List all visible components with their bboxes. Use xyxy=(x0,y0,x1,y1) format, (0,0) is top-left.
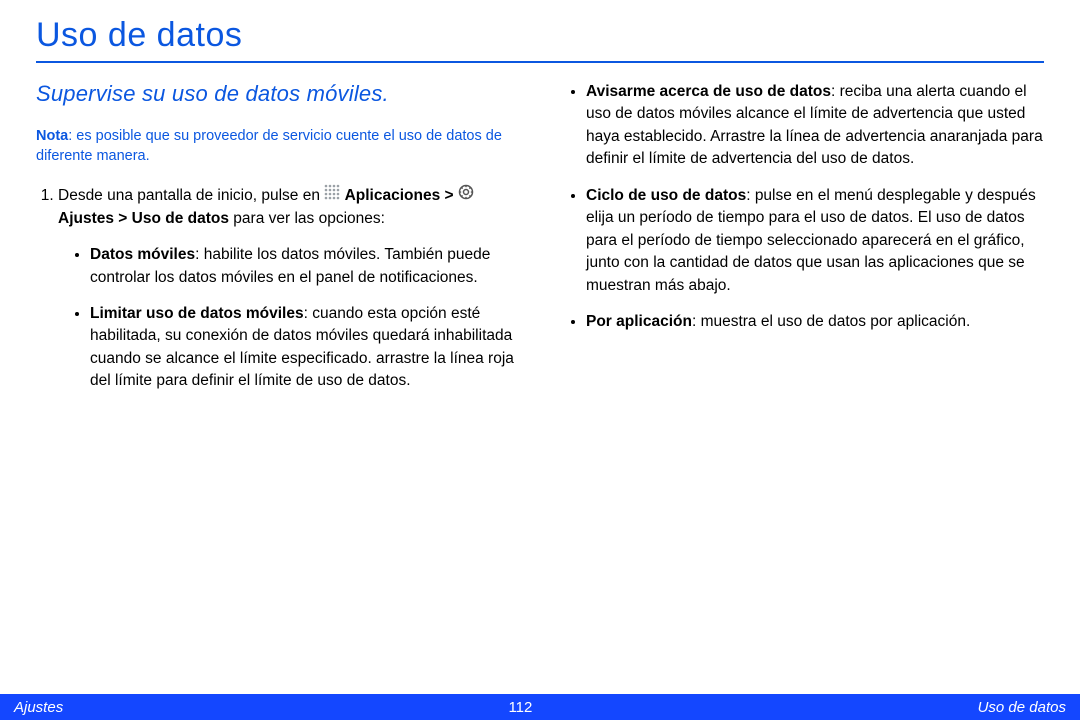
settings-gear-icon xyxy=(458,184,474,207)
list-item: Avisarme acerca de uso de datos: reciba … xyxy=(586,81,1044,171)
bullet-label: Limitar uso de datos móviles xyxy=(90,305,304,322)
note-label: Nota xyxy=(36,128,68,144)
list-item: Por aplicación: muestra el uso de datos … xyxy=(586,311,1044,333)
left-column: Supervise su uso de datos móviles. Nota:… xyxy=(36,81,516,401)
footer: Ajustes 112 Uso de datos xyxy=(0,694,1080,720)
steps-list: Desde una pantalla de inicio, pulse en A… xyxy=(36,184,516,393)
step-1-datausage: Uso de datos xyxy=(132,210,229,227)
apps-grid-icon xyxy=(324,184,340,207)
page-title: Uso de datos xyxy=(36,16,1044,63)
right-column: Avisarme acerca de uso de datos: reciba … xyxy=(564,81,1044,401)
note-text: : es posible que su proveedor de servici… xyxy=(36,128,502,164)
bullet-label: Ciclo de uso de datos xyxy=(586,187,746,204)
note: Nota: es posible que su proveedor de ser… xyxy=(36,127,516,166)
footer-left: Ajustes xyxy=(14,699,63,716)
bullet-label: Por aplicación xyxy=(586,313,692,330)
step-1-apps: Aplicaciones xyxy=(345,187,441,204)
step-1-settings: Ajustes xyxy=(58,210,114,227)
left-bullets: Datos móviles: habilite los datos móvile… xyxy=(58,244,516,393)
list-item: Ciclo de uso de datos: pulse en el menú … xyxy=(586,185,1044,297)
step-1-pre: Desde una pantalla de inicio, pulse en xyxy=(58,187,324,204)
subtitle: Supervise su uso de datos móviles. xyxy=(36,81,516,107)
right-bullets: Avisarme acerca de uso de datos: reciba … xyxy=(564,81,1044,334)
footer-page-number: 112 xyxy=(508,699,532,716)
bullet-text: : muestra el uso de datos por aplicación… xyxy=(692,313,970,330)
step-1: Desde una pantalla de inicio, pulse en A… xyxy=(58,184,516,393)
list-item: Limitar uso de datos móviles: cuando est… xyxy=(90,303,516,393)
step-1-tail: para ver las opciones: xyxy=(229,210,385,227)
bullet-label: Avisarme acerca de uso de datos xyxy=(586,83,831,100)
footer-right: Uso de datos xyxy=(978,699,1066,716)
bullet-label: Datos móviles xyxy=(90,246,195,263)
list-item: Datos móviles: habilite los datos móvile… xyxy=(90,244,516,289)
